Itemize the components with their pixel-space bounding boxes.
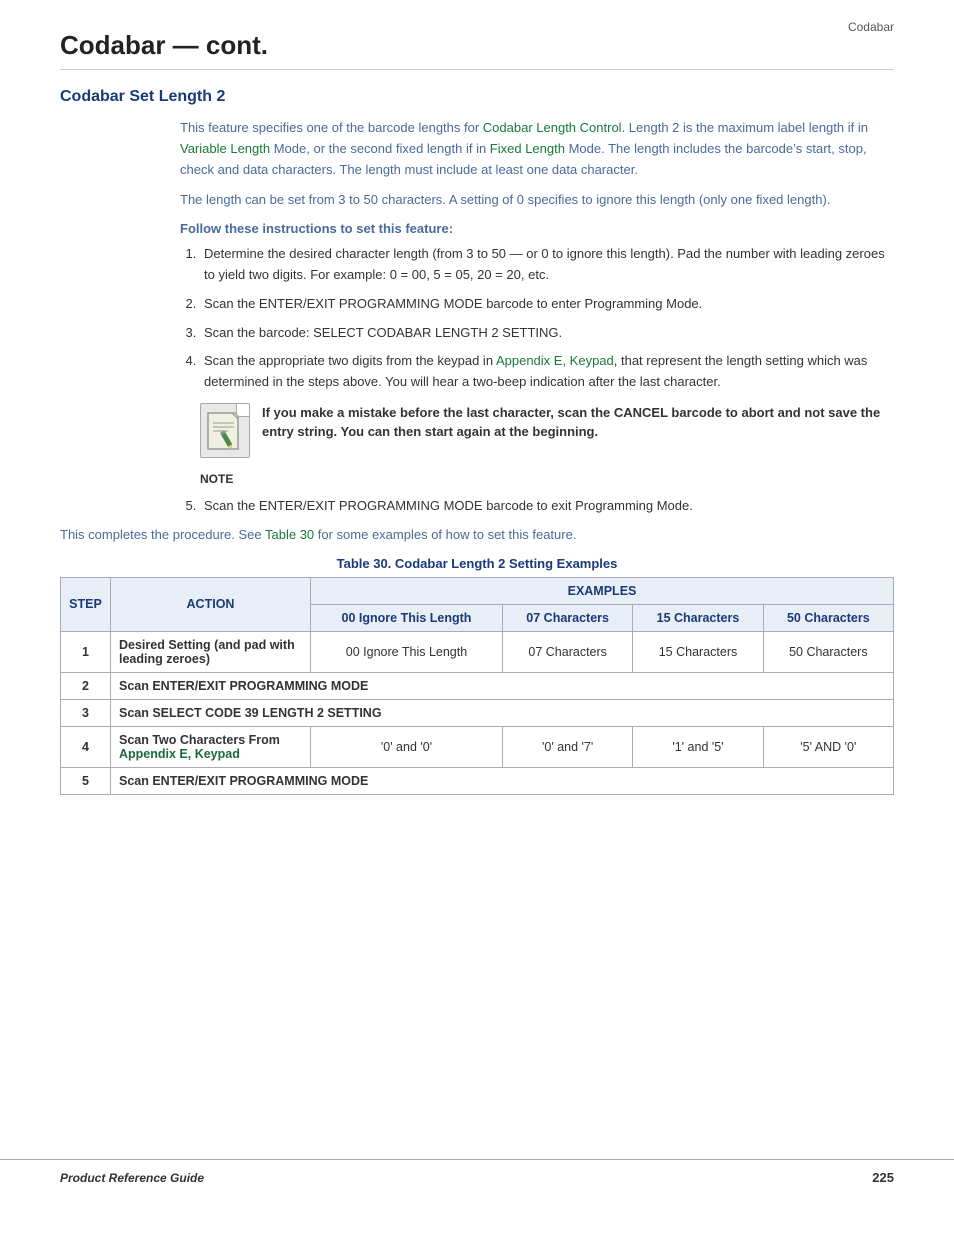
table-row-2: 2 Scan ENTER/EXIT PROGRAMMING MODE: [61, 672, 894, 699]
col-header-action: ACTION: [111, 577, 311, 631]
step-5: Scan the ENTER/EXIT PROGRAMMING MODE bar…: [200, 496, 894, 517]
table-row-3: 3 Scan SELECT CODE 39 LENGTH 2 SETTING: [61, 699, 894, 726]
row5-step: 5: [61, 767, 111, 794]
variable-length-link[interactable]: Variable Length: [180, 141, 270, 156]
body-paragraph-1: This feature specifies one of the barcod…: [180, 118, 894, 180]
col-header-ex2: 07 Characters: [502, 604, 632, 631]
col-header-ex4: 50 Characters: [763, 604, 893, 631]
fixed-length-link[interactable]: Fixed Length: [490, 141, 565, 156]
row2-action: Scan ENTER/EXIT PROGRAMMING MODE: [111, 672, 894, 699]
step-5-list: Scan the ENTER/EXIT PROGRAMMING MODE bar…: [200, 496, 894, 517]
table-row-5: 5 Scan ENTER/EXIT PROGRAMMING MODE: [61, 767, 894, 794]
steps-list: Determine the desired character length (…: [200, 244, 894, 393]
top-right-label: Codabar: [848, 20, 894, 34]
step-4-text-before: Scan the appropriate two digits from the…: [204, 353, 496, 368]
body-text-1c: Mode, or the second fixed length if in: [270, 141, 490, 156]
row1-step: 1: [61, 631, 111, 672]
row4-step: 4: [61, 726, 111, 767]
row1-action: Desired Setting (and pad with leading ze…: [111, 631, 311, 672]
page-wrapper: Codabar Codabar — cont. Codabar Set Leng…: [0, 0, 954, 1235]
step-3: Scan the barcode: SELECT CODABAR LENGTH …: [200, 323, 894, 344]
table30-link[interactable]: Table 30: [265, 527, 314, 542]
row4-ex3: '1' and '5': [633, 726, 763, 767]
codabar-length-control-link[interactable]: Codabar Length Control: [483, 120, 622, 135]
body-paragraph-2: The length can be set from 3 to 50 chara…: [180, 190, 894, 211]
row3-step: 3: [61, 699, 111, 726]
table-row-1: 1 Desired Setting (and pad with leading …: [61, 631, 894, 672]
appendix-e-link[interactable]: Appendix E, Keypad: [496, 353, 614, 368]
row1-ex3: 15 Characters: [633, 631, 763, 672]
step-2: Scan the ENTER/EXIT PROGRAMMING MODE bar…: [200, 294, 894, 315]
note-icon: [200, 403, 250, 458]
body-text-1a: This feature specifies one of the barcod…: [180, 120, 483, 135]
examples-table: STEP ACTION EXAMPLES 00 Ignore This Leng…: [60, 577, 894, 795]
row4-action: Scan Two Characters From Appendix E, Key…: [111, 726, 311, 767]
notepad-icon: [206, 409, 244, 451]
col-header-ex1: 00 Ignore This Length: [311, 604, 503, 631]
row1-ex2: 07 Characters: [502, 631, 632, 672]
table-row-4: 4 Scan Two Characters From Appendix E, K…: [61, 726, 894, 767]
completion-before: This completes the procedure. See: [60, 527, 265, 542]
completion-after: for some examples of how to set this fea…: [314, 527, 576, 542]
completion-text: This completes the procedure. See Table …: [60, 527, 894, 542]
step-4: Scan the appropriate two digits from the…: [200, 351, 894, 393]
footer-left: Product Reference Guide: [60, 1171, 204, 1185]
row1-ex4: 50 Characters: [763, 631, 893, 672]
footer-right: 225: [872, 1170, 894, 1185]
col-header-examples: EXAMPLES: [311, 577, 894, 604]
row4-ex4: '5' AND '0': [763, 726, 893, 767]
note-image: [200, 403, 250, 458]
footer: Product Reference Guide 225: [0, 1159, 954, 1195]
row4-ex1: '0' and '0': [311, 726, 503, 767]
row2-step: 2: [61, 672, 111, 699]
table-title: Table 30. Codabar Length 2 Setting Examp…: [60, 556, 894, 571]
row3-action: Scan SELECT CODE 39 LENGTH 2 SETTING: [111, 699, 894, 726]
step-1: Determine the desired character length (…: [200, 244, 894, 286]
row5-action: Scan ENTER/EXIT PROGRAMMING MODE: [111, 767, 894, 794]
note-box: If you make a mistake before the last ch…: [200, 403, 894, 458]
row4-appendix-link[interactable]: Appendix E, Keypad: [119, 747, 240, 761]
note-text-block: If you make a mistake before the last ch…: [262, 403, 894, 442]
section-title: Codabar Set Length 2: [60, 88, 894, 106]
note-label: NOTE: [200, 472, 894, 486]
col-header-step: STEP: [61, 577, 111, 631]
note-text: If you make a mistake before the last ch…: [262, 403, 894, 442]
main-title: Codabar — cont.: [60, 30, 894, 70]
row4-ex2: '0' and '7': [502, 726, 632, 767]
body-text-1b: . Length 2 is the maximum label length i…: [622, 120, 868, 135]
row1-ex1: 00 Ignore This Length: [311, 631, 503, 672]
instructions-header: Follow these instructions to set this fe…: [180, 221, 894, 236]
col-header-ex3: 15 Characters: [633, 604, 763, 631]
